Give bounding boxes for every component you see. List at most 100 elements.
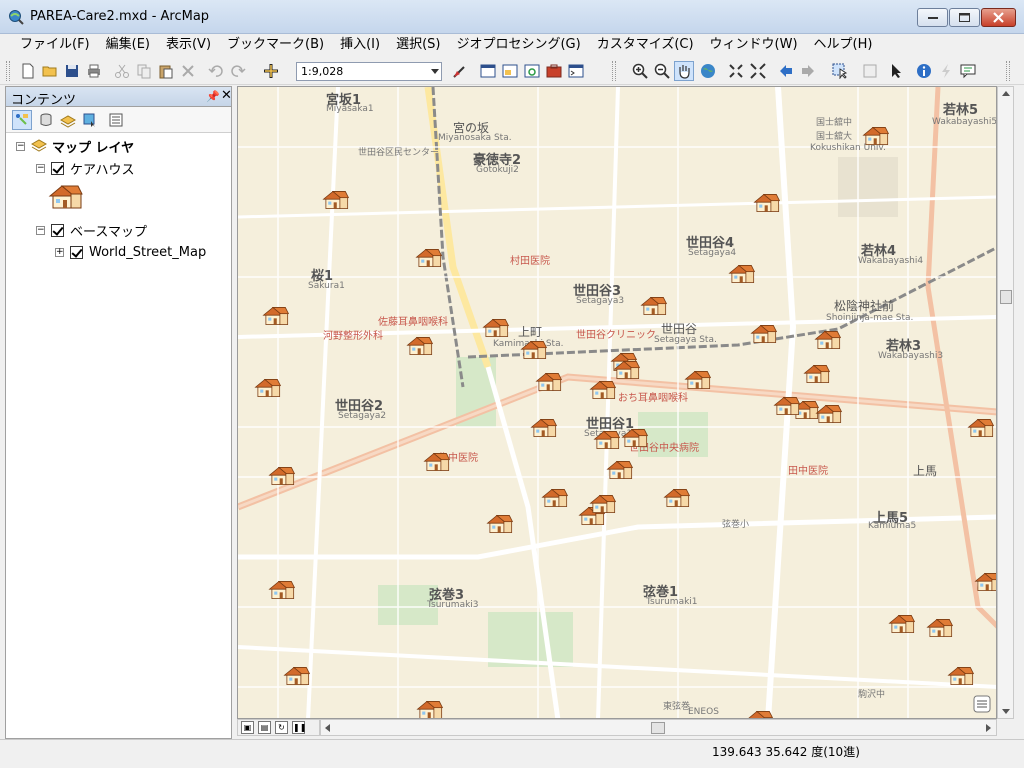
care-house-marker-icon[interactable] xyxy=(888,613,916,635)
menu-bookmarks[interactable]: ブックマーク(B) xyxy=(219,35,332,55)
care-house-marker-icon[interactable] xyxy=(254,377,282,399)
arctoolbox-button[interactable] xyxy=(544,61,564,81)
care-house-marker-icon[interactable] xyxy=(621,427,649,449)
save-button[interactable] xyxy=(62,61,82,81)
care-house-marker-icon[interactable] xyxy=(746,709,774,718)
tree-layer-care-house[interactable]: − ケアハウス xyxy=(36,159,134,178)
map-horizontal-scrollbar[interactable] xyxy=(320,719,997,736)
redo-button[interactable] xyxy=(228,61,248,81)
pin-icon[interactable]: 📌 xyxy=(206,90,220,103)
care-house-marker-icon[interactable] xyxy=(541,487,569,509)
add-data-button[interactable] xyxy=(256,61,286,81)
scroll-down-arrow-icon[interactable] xyxy=(1001,708,1011,716)
search-window-button[interactable] xyxy=(522,61,542,81)
toolbar-grip-2[interactable] xyxy=(612,61,616,81)
scroll-left-arrow-icon[interactable] xyxy=(323,723,331,733)
care-house-marker-icon[interactable] xyxy=(926,617,954,639)
table-of-contents-button[interactable] xyxy=(478,61,498,81)
layout-view-button[interactable]: ▤ xyxy=(258,721,271,734)
close-button[interactable] xyxy=(981,8,1016,27)
copy-button[interactable] xyxy=(134,61,154,81)
menu-insert[interactable]: 挿入(I) xyxy=(332,35,388,55)
care-house-marker-icon[interactable] xyxy=(815,403,843,425)
select-features-button[interactable] xyxy=(826,61,854,81)
list-by-drawing-order-button[interactable] xyxy=(12,110,32,130)
care-house-marker-icon[interactable] xyxy=(663,487,691,509)
python-window-button[interactable] xyxy=(566,61,586,81)
menu-view[interactable]: 表示(V) xyxy=(158,35,219,55)
care-house-marker-icon[interactable] xyxy=(406,335,434,357)
menu-edit[interactable]: 編集(E) xyxy=(98,35,158,55)
care-house-marker-icon[interactable] xyxy=(322,189,350,211)
fixed-zoom-in-button[interactable] xyxy=(726,61,746,81)
print-button[interactable] xyxy=(84,61,104,81)
care-house-marker-icon[interactable] xyxy=(803,363,831,385)
care-house-marker-icon[interactable] xyxy=(415,247,443,269)
care-house-marker-icon[interactable] xyxy=(862,125,890,147)
care-house-marker-icon[interactable] xyxy=(589,379,617,401)
menu-customize[interactable]: カスタマイズ(C) xyxy=(589,35,702,55)
hyperlink-button[interactable] xyxy=(936,61,956,81)
catalog-button[interactable] xyxy=(500,61,520,81)
scrollbar-thumb[interactable] xyxy=(651,722,665,734)
pan-button[interactable] xyxy=(674,61,694,81)
html-popup-button[interactable] xyxy=(958,61,978,81)
care-house-marker-icon[interactable] xyxy=(416,699,444,718)
scroll-right-arrow-icon[interactable] xyxy=(985,723,993,733)
menu-help[interactable]: ヘルプ(H) xyxy=(806,35,881,55)
care-house-marker-icon[interactable] xyxy=(535,371,563,393)
fixed-zoom-out-button[interactable] xyxy=(748,61,768,81)
cut-button[interactable] xyxy=(112,61,132,81)
care-house-marker-icon[interactable] xyxy=(262,305,290,327)
tree-layer-world-street-map[interactable]: + World_Street_Map xyxy=(55,243,206,261)
close-pane-icon[interactable]: ✕ xyxy=(221,88,232,103)
care-house-marker-icon[interactable] xyxy=(268,579,296,601)
layer-visibility-checkbox[interactable] xyxy=(51,161,64,175)
care-house-marker-icon[interactable] xyxy=(520,339,548,361)
menu-file[interactable]: ファイル(F) xyxy=(12,35,98,55)
care-house-marker-icon[interactable] xyxy=(947,665,975,687)
care-house-marker-icon[interactable] xyxy=(773,395,801,417)
refresh-button[interactable]: ↻ xyxy=(275,721,288,734)
care-house-marker-icon[interactable] xyxy=(606,459,634,481)
collapse-icon[interactable]: − xyxy=(16,141,25,151)
list-by-visibility-button[interactable] xyxy=(58,110,78,130)
toolbar-grip[interactable] xyxy=(6,61,10,81)
layer-visibility-checkbox[interactable] xyxy=(51,223,64,237)
undo-button[interactable] xyxy=(206,61,226,81)
full-extent-button[interactable] xyxy=(698,61,718,81)
care-house-marker-icon[interactable] xyxy=(613,359,641,381)
map-scale-dropdown[interactable]: 1:9,028 xyxy=(296,62,442,81)
care-house-marker-icon[interactable] xyxy=(268,465,296,487)
menu-windows[interactable]: ウィンドウ(W) xyxy=(702,35,806,55)
care-house-marker-icon[interactable] xyxy=(728,263,756,285)
collapse-icon[interactable]: − xyxy=(36,225,45,235)
tree-layer-basemap[interactable]: − ベースマップ xyxy=(36,221,147,240)
menu-selection[interactable]: 選択(S) xyxy=(388,35,448,55)
scrollbar-thumb[interactable] xyxy=(1000,290,1012,304)
care-house-marker-icon[interactable] xyxy=(593,429,621,451)
options-button[interactable] xyxy=(106,110,126,130)
menu-geoprocessing[interactable]: ジオプロセシング(G) xyxy=(448,35,588,55)
expand-icon[interactable]: + xyxy=(55,247,64,257)
zoom-out-button[interactable] xyxy=(652,61,672,81)
clear-selection-button[interactable] xyxy=(860,61,880,81)
select-elements-button[interactable] xyxy=(886,61,906,81)
go-back-button[interactable] xyxy=(776,61,796,81)
map-view[interactable]: 宮坂1 Miyasaka1 宮の坂 Miyanosaka Sta. 豪徳寺2 Gotoku… xyxy=(237,86,997,719)
collapse-icon[interactable]: − xyxy=(36,163,45,173)
list-by-source-button[interactable] xyxy=(36,110,56,130)
care-house-marker-icon[interactable] xyxy=(486,513,514,535)
care-house-marker-icon[interactable] xyxy=(530,417,558,439)
care-house-marker-icon[interactable] xyxy=(967,417,995,439)
scroll-up-arrow-icon[interactable] xyxy=(1001,89,1011,97)
paste-button[interactable] xyxy=(156,61,176,81)
open-button[interactable] xyxy=(40,61,60,81)
tree-root-map-layers[interactable]: − マップ レイヤ xyxy=(16,137,134,156)
care-house-marker-icon[interactable] xyxy=(750,323,778,345)
care-house-marker-icon[interactable] xyxy=(589,493,617,515)
care-house-marker-icon[interactable] xyxy=(974,571,996,593)
go-forward-button[interactable] xyxy=(798,61,818,81)
new-document-button[interactable] xyxy=(18,61,38,81)
pause-drawing-button[interactable]: ❚❚ xyxy=(292,721,306,734)
